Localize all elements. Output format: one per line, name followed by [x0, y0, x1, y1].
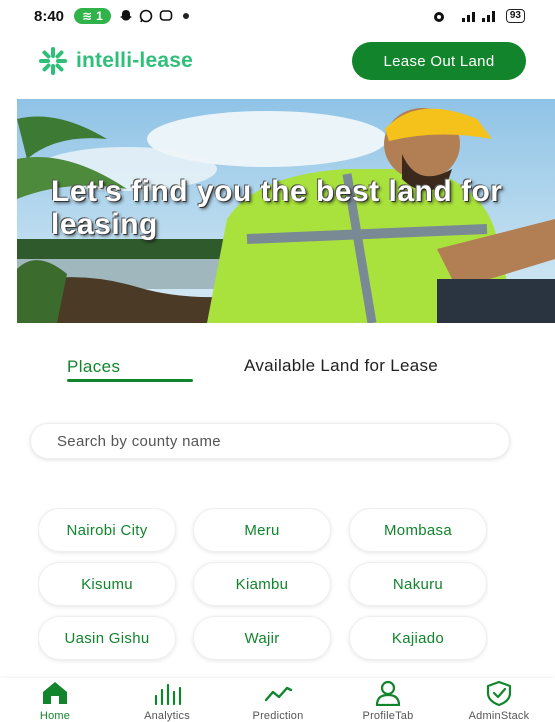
- app-name: intelli-lease: [76, 49, 193, 72]
- logo-spark-icon: [39, 47, 67, 75]
- county-chip[interactable]: Wajir: [193, 616, 331, 660]
- county-chip[interactable]: Kisumu: [38, 562, 176, 606]
- sim-badge-number: 1: [96, 9, 103, 23]
- user-icon: [375, 680, 401, 706]
- app-header: intelli-lease Lease Out Land: [0, 36, 555, 86]
- nav-admin[interactable]: AdminStack: [449, 680, 549, 722]
- wifi-calling-icon: ≋: [82, 9, 93, 23]
- snapchat-icon: [119, 10, 132, 21]
- county-chip[interactable]: Kajiado: [349, 616, 487, 660]
- county-grid: Nairobi City Meru Mombasa Kisumu Kiambu Nakur…: [38, 508, 488, 678]
- nav-label-analytics: Analytics: [144, 710, 190, 722]
- county-chip[interactable]: Mombasa: [349, 508, 487, 552]
- active-tab-indicator: [67, 379, 193, 382]
- nav-label-home: Home: [39, 710, 71, 722]
- shield-check-icon: [486, 680, 512, 706]
- home-icon: [43, 682, 67, 704]
- nav-home[interactable]: Home: [5, 680, 105, 722]
- status-time: 8:40: [34, 7, 65, 25]
- search-bar: [30, 423, 510, 459]
- nav-label-profile: ProfileTab: [362, 710, 414, 722]
- battery-icon: 93: [505, 9, 525, 23]
- trend-line-icon: [264, 686, 293, 702]
- county-chip[interactable]: Nairobi City: [38, 508, 176, 552]
- bar-chart-icon: [154, 683, 182, 706]
- sim-badge: ≋ 1: [74, 8, 111, 24]
- status-bar: 8:40 ≋ 1 93: [0, 0, 555, 32]
- notification-dot: [182, 13, 189, 19]
- lease-out-land-button[interactable]: Lease Out Land: [352, 42, 526, 80]
- hero-banner: Let's find you the best land for leasing: [17, 99, 555, 323]
- nav-prediction[interactable]: Prediction: [228, 680, 328, 722]
- alarm-icon: [433, 12, 444, 22]
- county-chip[interactable]: Kiambu: [193, 562, 331, 606]
- app-logo: intelli-lease: [38, 46, 193, 76]
- tab-available-land[interactable]: Available Land for Lease: [244, 356, 438, 376]
- nav-label-admin: AdminStack: [468, 710, 530, 722]
- hero-title: Let's find you the best land for leasing: [51, 175, 503, 241]
- county-chip[interactable]: Meru: [193, 508, 331, 552]
- tab-bar: Places Available Land for Lease: [0, 350, 555, 384]
- bottom-navigation: Home Analytics Prediction ProfileTab Adm…: [0, 678, 555, 722]
- status-right: 93: [432, 9, 525, 23]
- messages-icon: [159, 10, 173, 21]
- nav-analytics[interactable]: Analytics: [117, 680, 217, 722]
- nav-label-prediction: Prediction: [252, 710, 304, 722]
- nav-profile[interactable]: ProfileTab: [338, 680, 438, 722]
- county-chip[interactable]: Nakuru: [349, 562, 487, 606]
- signal-icon: [461, 11, 495, 22]
- county-search-input[interactable]: [57, 432, 509, 450]
- tab-places[interactable]: Places: [67, 357, 120, 377]
- whatsapp-icon: [139, 9, 153, 23]
- county-chip[interactable]: Uasin Gishu: [38, 616, 176, 660]
